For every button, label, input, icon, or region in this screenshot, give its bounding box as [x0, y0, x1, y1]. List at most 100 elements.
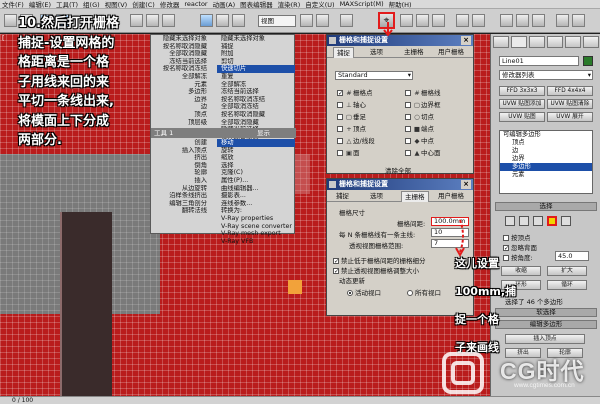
quad-menu-item[interactable]: 隐藏未选择对象: [217, 35, 295, 43]
display-tab-icon[interactable]: [565, 36, 581, 48]
motion-tab-icon[interactable]: [547, 36, 563, 48]
rect-selection-icon[interactable]: [162, 14, 175, 27]
snap-option[interactable]: ⊥轴心: [337, 99, 366, 109]
quad-menu-item[interactable]: 旋转: [217, 147, 295, 155]
quad-menu-item[interactable]: 属性(P)...: [217, 177, 295, 185]
snap-option[interactable]: ■端点: [405, 123, 434, 133]
modifier-shortcut-button[interactable]: UVW 贴图: [499, 112, 545, 122]
by-angle-input[interactable]: 45.0: [555, 251, 589, 261]
render-icon[interactable]: [572, 14, 585, 27]
quad-menu-item[interactable]: V-Ray VFB: [217, 238, 295, 246]
snap-option[interactable]: #栅格线: [405, 87, 441, 97]
quad-menu-item[interactable]: V-Ray properties: [217, 215, 295, 223]
modifier-stack-item[interactable]: 可编辑多边形: [500, 131, 592, 139]
inhibit-subdivision-checkbox[interactable]: 禁止低于栅格间距的栅格细分: [333, 255, 426, 265]
quad-menu-item[interactable]: 选择: [217, 162, 295, 170]
snap-type-dropdown[interactable]: Standard ▾: [335, 71, 413, 80]
dialog-tab[interactable]: 选项: [367, 191, 386, 201]
spinner-snap-icon[interactable]: [432, 14, 445, 27]
scale-icon[interactable]: [232, 14, 245, 27]
rotate-icon[interactable]: [216, 14, 229, 27]
viewport-label[interactable]: [: [0, 34, 5, 43]
material-editor-icon[interactable]: [532, 14, 545, 27]
menu-item[interactable]: 视图(V): [105, 0, 128, 9]
modifier-stack-item[interactable]: 边界: [500, 155, 592, 163]
percent-snap-icon[interactable]: [416, 14, 429, 27]
utilities-tab-icon[interactable]: [583, 36, 599, 48]
quad-menu-item[interactable]: 多边形: [151, 88, 213, 96]
quad-menu-item[interactable]: 附加: [217, 50, 295, 58]
quad-menu-item[interactable]: 冻结当前选择: [217, 88, 295, 96]
curve-editor-icon[interactable]: [500, 14, 513, 27]
dialog-tab[interactable]: 捕捉: [333, 191, 352, 201]
loop-button[interactable]: 循环: [547, 280, 587, 290]
quad-menu-item[interactable]: 全部取消隐藏: [217, 119, 295, 127]
modifier-stack-item[interactable]: 多边形: [500, 163, 592, 171]
all-viewports-radio[interactable]: 所有视口: [407, 287, 441, 297]
snap-option[interactable]: △ 边/线段: [337, 135, 375, 145]
schematic-view-icon[interactable]: [516, 14, 529, 27]
menu-item[interactable]: 自定义(U): [305, 0, 334, 9]
active-viewport-radio[interactable]: 活动视口: [347, 287, 381, 297]
menu-item[interactable]: 动画(A): [213, 0, 236, 9]
quad-menu-item[interactable]: 全部解冻: [151, 73, 213, 81]
quad-menu-item[interactable]: 全部取消冻结: [217, 103, 295, 111]
quad-menu-item[interactable]: 连线参数...: [217, 200, 295, 208]
menu-item[interactable]: 工具(T): [56, 0, 78, 9]
quad-menu-item[interactable]: 隐藏未选择对象: [151, 35, 213, 43]
modifier-shortcut-button[interactable]: UVW 贴图添加: [499, 99, 545, 109]
quad-menu-item[interactable]: 快速切片: [217, 65, 295, 73]
angle-snap-icon[interactable]: [400, 14, 413, 27]
dialog-tab[interactable]: 捕捉: [333, 47, 354, 58]
modifier-stack-item[interactable]: 顶点: [500, 139, 592, 147]
vertex-level-icon[interactable]: [505, 216, 515, 226]
menu-item[interactable]: reactor: [184, 0, 207, 8]
element-level-icon[interactable]: [561, 216, 571, 226]
quad-menu-item[interactable]: 按名称取消冻结: [217, 96, 295, 104]
quad-menu-item[interactable]: 剪切: [217, 58, 295, 66]
dialog-tab[interactable]: 选项: [367, 47, 386, 57]
hierarchy-tab-icon[interactable]: [529, 36, 545, 48]
create-tab-icon[interactable]: [493, 36, 509, 48]
menu-item[interactable]: 渲染(R): [278, 0, 301, 9]
quad-menu-item[interactable]: 按名称取消隐藏: [217, 111, 295, 119]
keyboard-shortcut-icon[interactable]: [340, 14, 353, 27]
quad-menu-item[interactable]: 冻结当前选择: [151, 58, 213, 66]
quad-menu-item[interactable]: V-Ray mesh export: [217, 230, 295, 238]
menu-item[interactable]: 帮助(H): [389, 0, 412, 9]
align-icon[interactable]: [472, 14, 485, 27]
object-name-field[interactable]: Line01: [499, 56, 579, 66]
quad-menu-item[interactable]: 边界: [151, 96, 213, 104]
modify-tab-icon[interactable]: [511, 36, 527, 48]
quad-menu-item[interactable]: 沿样条线挤出: [151, 192, 213, 200]
modifier-list-dropdown[interactable]: 修改器列表 ▾: [499, 70, 593, 80]
quad-menu-item[interactable]: 全部取消隐藏: [151, 50, 213, 58]
clear-all-button[interactable]: 清除全部: [385, 165, 411, 175]
grow-button[interactable]: 扩大: [547, 266, 587, 276]
dialog-title-bar[interactable]: 栅格和捕捉设置 ×: [327, 35, 473, 46]
quad-menu-item[interactable]: V-Ray scene converter: [217, 223, 295, 231]
render-setup-icon[interactable]: [556, 14, 569, 27]
quad-menu-item[interactable]: 全部解冻: [217, 81, 295, 89]
close-icon[interactable]: ×: [461, 36, 471, 45]
inhibit-resize-checkbox[interactable]: 禁止透视视图栅格调整大小: [333, 265, 419, 275]
quad-menu-item[interactable]: 曲线编辑器...: [217, 185, 295, 193]
snap-option[interactable]: ▲ 中心面: [405, 147, 441, 157]
quad-menu-item[interactable]: 倒角: [151, 162, 213, 170]
dialog-tab[interactable]: 用户栅格: [435, 47, 467, 57]
snap-option[interactable]: ○切点: [405, 111, 434, 121]
modifier-stack-item[interactable]: 边: [500, 147, 592, 155]
menu-item[interactable]: 图表编辑器: [240, 0, 273, 9]
snap-option[interactable]: ▢垂足: [337, 111, 366, 121]
quad-menu-item[interactable]: 克隆(C): [217, 169, 295, 177]
move-icon[interactable]: [200, 14, 213, 27]
quad-menu-item[interactable]: 插入顶点: [151, 147, 213, 155]
snap-option[interactable]: +顶点: [337, 123, 366, 133]
quad-menu-item[interactable]: 缩放: [217, 154, 295, 162]
menu-item[interactable]: 组(G): [83, 0, 100, 9]
select-manipulate-icon[interactable]: [316, 14, 329, 27]
mirror-icon[interactable]: [456, 14, 469, 27]
by-vertex-checkbox[interactable]: 按顶点: [503, 232, 531, 242]
quad-menu-item[interactable]: 边: [151, 103, 213, 111]
menu-item[interactable]: 修改器: [160, 0, 180, 9]
